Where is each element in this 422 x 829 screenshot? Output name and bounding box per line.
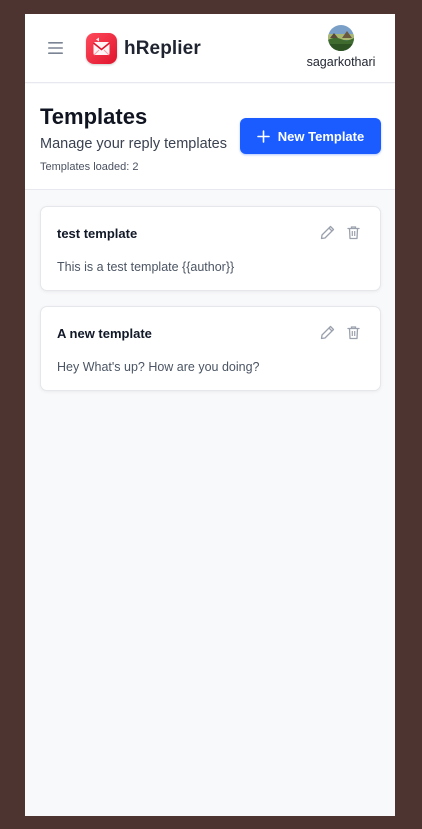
app-name: hReplier	[124, 38, 201, 59]
template-body: Hey What's up? How are you doing?	[57, 360, 260, 374]
plus-icon	[256, 129, 270, 143]
avatar[interactable]	[328, 25, 354, 51]
template-card[interactable]: A new template Hey What's up? How are yo…	[40, 306, 381, 391]
template-title: A new template	[57, 326, 152, 341]
hamburger-menu-icon[interactable]	[47, 40, 65, 56]
new-template-button[interactable]: New Template	[240, 118, 381, 154]
template-body: This is a test template {{author}}	[57, 260, 235, 274]
username: sagarkothari	[306, 55, 376, 69]
template-title: test template	[57, 226, 138, 241]
templates-count: Templates loaded: 2	[40, 161, 139, 173]
page-subtitle: Manage your reply templates	[40, 136, 227, 152]
page-header: Templates Manage your reply templates Te…	[25, 84, 395, 190]
delete-trash-icon[interactable]	[345, 224, 362, 241]
edit-pencil-icon[interactable]	[319, 224, 336, 241]
app-window: hReplier sagarkothari Templates Manage y…	[25, 14, 395, 816]
top-bar: hReplier sagarkothari	[25, 14, 395, 83]
new-template-label: New Template	[277, 128, 365, 144]
edit-pencil-icon[interactable]	[319, 324, 336, 341]
template-card[interactable]: test template This is a test template {{…	[40, 206, 381, 291]
app-logo-icon[interactable]	[86, 33, 117, 64]
page-title: Templates	[40, 104, 148, 129]
user-profile[interactable]: sagarkothari	[301, 25, 381, 73]
delete-trash-icon[interactable]	[345, 324, 362, 341]
